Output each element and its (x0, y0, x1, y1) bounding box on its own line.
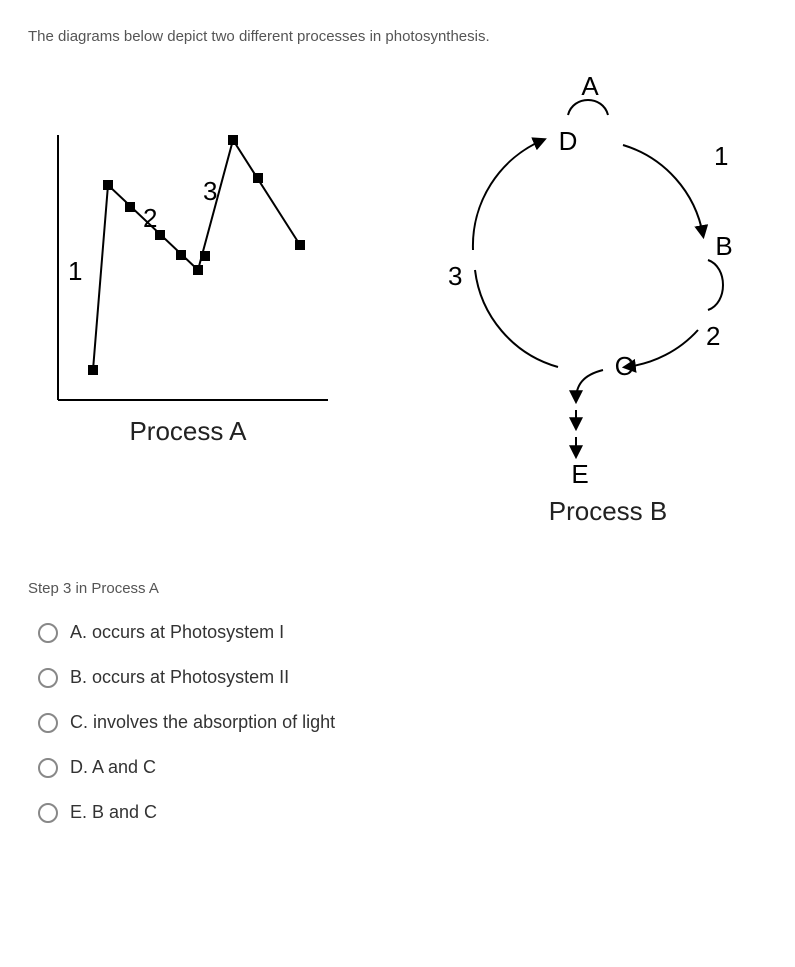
radio-icon (38, 713, 58, 733)
option-label: A. occurs at Photosystem I (70, 622, 284, 643)
option-c[interactable]: C. involves the absorption of light (38, 712, 767, 733)
procB-D: D (559, 126, 578, 156)
radio-icon (38, 758, 58, 778)
process-a-diagram: 1 2 3 Process A (28, 55, 348, 450)
radio-icon (38, 668, 58, 688)
procB-E: E (571, 459, 588, 489)
process-b-label: Process B (549, 496, 668, 525)
option-label: C. involves the absorption of light (70, 712, 335, 733)
process-a-label: Process A (129, 416, 247, 445)
radio-icon (38, 623, 58, 643)
question-stem: Step 3 in Process A (28, 580, 767, 597)
option-a[interactable]: A. occurs at Photosystem I (38, 622, 767, 643)
procA-num-3: 3 (203, 176, 217, 206)
process-a-svg: 1 2 3 Process A (28, 55, 348, 445)
procB-num-1: 1 (714, 141, 728, 171)
option-d[interactable]: D. A and C (38, 757, 767, 778)
process-b-svg: A D B C E 1 2 3 Process B (408, 55, 748, 525)
radio-icon (38, 803, 58, 823)
intro-text: The diagrams below depict two different … (28, 28, 767, 45)
option-label: D. A and C (70, 757, 156, 778)
option-e[interactable]: E. B and C (38, 802, 767, 823)
procB-A: A (581, 71, 599, 101)
process-b-diagram: A D B C E 1 2 3 Process B (408, 55, 748, 530)
option-b[interactable]: B. occurs at Photosystem II (38, 667, 767, 688)
option-label: E. B and C (70, 802, 157, 823)
procB-B: B (715, 231, 732, 261)
procA-num-1: 1 (68, 256, 82, 286)
procB-num-3: 3 (448, 261, 462, 291)
procB-num-2: 2 (706, 321, 720, 351)
option-label: B. occurs at Photosystem II (70, 667, 289, 688)
procA-num-2: 2 (143, 203, 157, 233)
diagrams-container: 1 2 3 Process A (28, 55, 767, 530)
procB-C: C (615, 351, 634, 381)
